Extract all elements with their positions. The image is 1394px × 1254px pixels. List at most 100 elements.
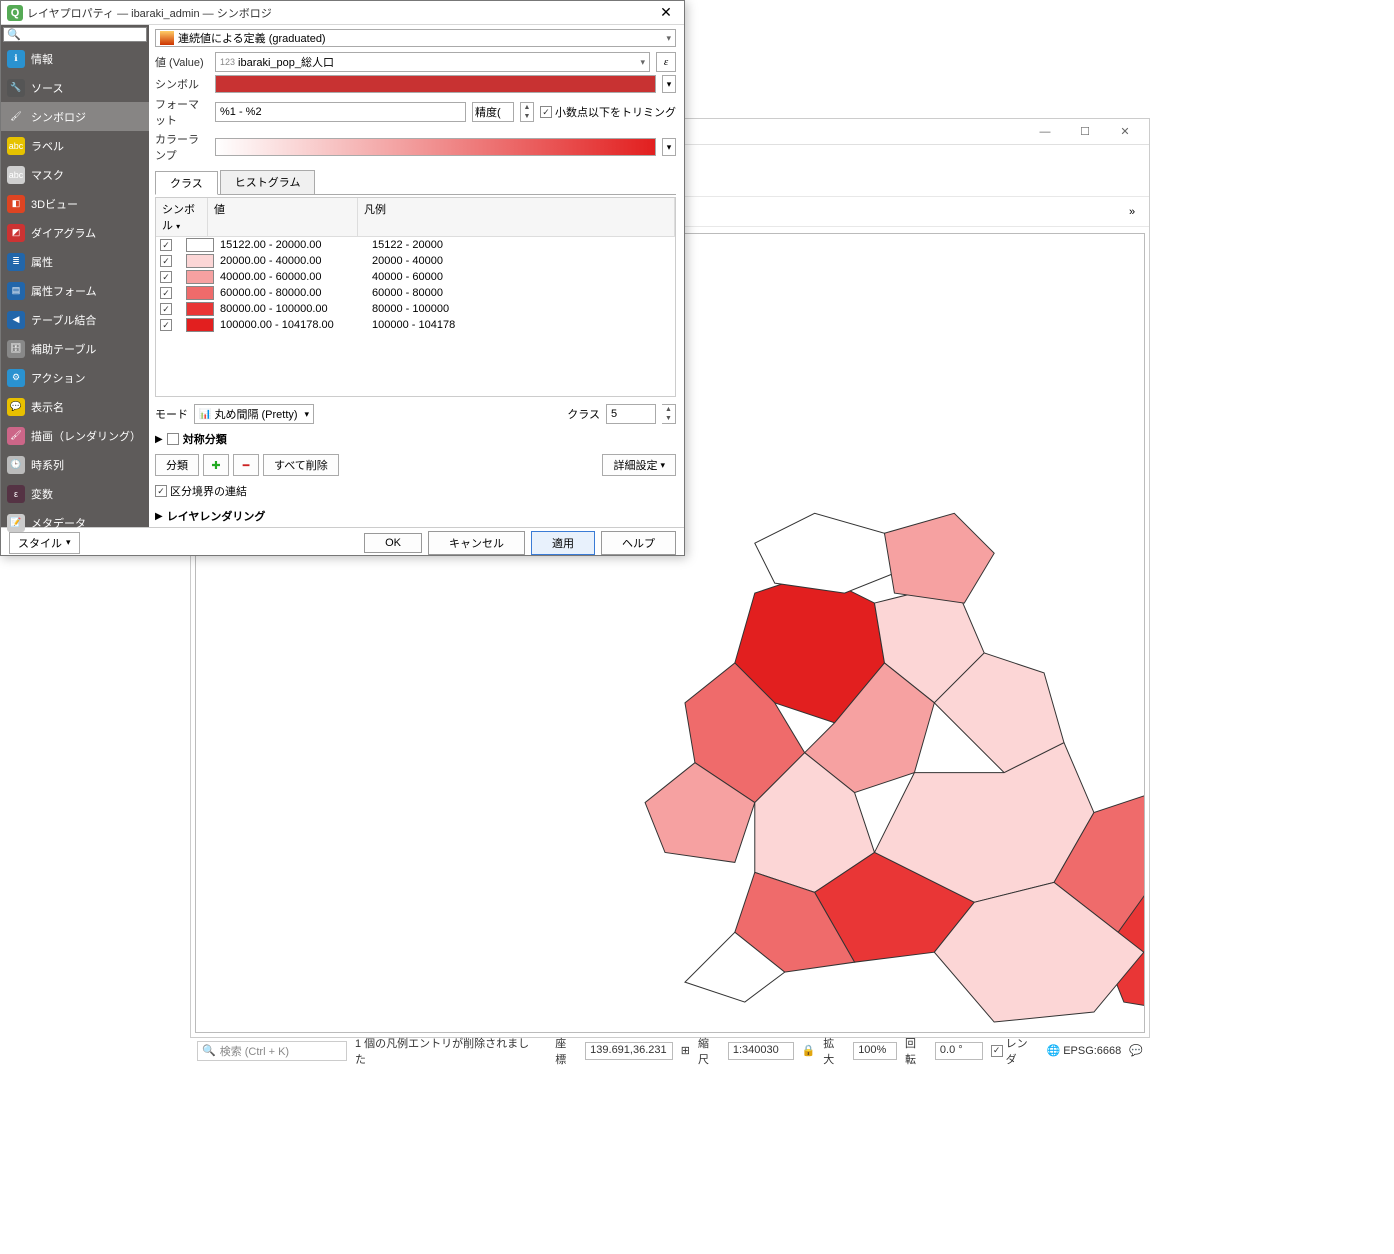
class-value[interactable]: 20000.00 - 40000.00 (220, 255, 372, 267)
class-row[interactable]: ✓ 40000.00 - 60000.00 40000 - 60000 (156, 269, 675, 285)
messages-icon[interactable]: 💬 (1129, 1044, 1143, 1057)
class-legend[interactable]: 100000 - 104178 (372, 319, 671, 331)
rot-input[interactable]: 0.0 ° (935, 1042, 983, 1060)
class-value[interactable]: 80000.00 - 100000.00 (220, 303, 372, 315)
window-minimize-button[interactable]: — (1025, 121, 1065, 143)
class-count-spinner[interactable]: ▲ ▼ (662, 404, 676, 424)
sidebar-item-11[interactable]: ⚙アクション (1, 363, 149, 392)
style-menu-button[interactable]: スタイル▾ (9, 532, 80, 554)
sidebar-item-8[interactable]: ▤属性フォーム (1, 276, 149, 305)
checkbox-icon[interactable]: ✓ (160, 303, 172, 315)
trim-checkbox[interactable]: ✓ 小数点以下をトリミング (540, 104, 676, 120)
spin-up-icon[interactable]: ▲ (521, 103, 533, 112)
add-class-button[interactable]: ✚ (203, 454, 229, 476)
locator-search[interactable]: 🔍 検索 (Ctrl + K) (197, 1041, 347, 1061)
sidebar-item-15[interactable]: ε変数 (1, 479, 149, 508)
tab-histogram[interactable]: ヒストグラム (220, 170, 316, 194)
class-swatch[interactable] (186, 286, 214, 300)
class-legend[interactable]: 20000 - 40000 (372, 255, 671, 267)
ramp-menu-button[interactable]: ▾ (662, 138, 676, 156)
mode-combo[interactable]: 📊 丸め間隔 (Pretty) ▾ (194, 404, 314, 424)
precision-spinner[interactable]: ▲ ▼ (520, 102, 534, 122)
sidebar-item-4[interactable]: abcマスク (1, 160, 149, 189)
render-toggle[interactable]: ✓レンダ (991, 1035, 1039, 1067)
layer-rendering-section[interactable]: ▶ レイヤレンダリング (155, 508, 676, 524)
sidebar-item-0[interactable]: ℹ情報 (1, 44, 149, 73)
link-boundaries-checkbox[interactable]: ✓ 区分境界の連結 (155, 483, 676, 499)
sidebar-item-12[interactable]: 💬表示名 (1, 392, 149, 421)
class-value[interactable]: 40000.00 - 60000.00 (220, 271, 372, 283)
class-swatch[interactable] (186, 238, 214, 252)
col-value[interactable]: 値 (208, 198, 358, 236)
renderer-type-combo[interactable]: 連続値による定義 (graduated) ▾ (155, 29, 676, 47)
class-legend[interactable]: 80000 - 100000 (372, 303, 671, 315)
scale-input[interactable]: 1:340030 (728, 1042, 794, 1060)
rot-label: 回転 (905, 1035, 927, 1067)
sidebar-item-3[interactable]: abcラベル (1, 131, 149, 160)
dialog-titlebar[interactable]: Q レイヤプロパティ — ibaraki_admin — シンボロジ ✕ (1, 1, 684, 25)
class-row[interactable]: ✓ 60000.00 - 80000.00 60000 - 80000 (156, 285, 675, 301)
class-swatch[interactable] (186, 302, 214, 316)
crs-button[interactable]: 🌐EPSG:6668 (1046, 1044, 1121, 1057)
sidebar-search[interactable]: 🔍 (3, 27, 147, 42)
lock-icon[interactable]: 🔒 (802, 1044, 816, 1057)
class-legend[interactable]: 60000 - 80000 (372, 287, 671, 299)
checkbox-icon[interactable]: ✓ (160, 239, 172, 251)
class-value[interactable]: 60000.00 - 80000.00 (220, 287, 372, 299)
checkbox-icon[interactable]: ✓ (160, 319, 172, 331)
class-swatch[interactable] (186, 318, 214, 332)
sidebar-item-14[interactable]: 🕒時系列 (1, 450, 149, 479)
window-close-button[interactable]: ✕ (1105, 121, 1145, 143)
remove-class-button[interactable]: ━ (233, 454, 259, 476)
help-button[interactable]: ヘルプ (601, 531, 676, 555)
class-row[interactable]: ✓ 15122.00 - 20000.00 15122 - 20000 (156, 237, 675, 253)
col-symbol[interactable]: シンボル ▾ (156, 198, 208, 236)
sidebar-item-10[interactable]: 🗄補助テーブル (1, 334, 149, 363)
col-legend[interactable]: 凡例 (358, 198, 675, 236)
apply-button[interactable]: 適用 (531, 531, 595, 555)
spin-down-icon[interactable]: ▼ (521, 112, 533, 121)
advanced-button[interactable]: 詳細設定 ▾ (602, 454, 676, 476)
class-row[interactable]: ✓ 100000.00 - 104178.00 100000 - 104178 (156, 317, 675, 333)
checkbox-icon[interactable]: ✓ (160, 255, 172, 267)
expression-button[interactable]: ε (656, 52, 676, 72)
format-input[interactable] (215, 102, 466, 122)
symmetric-section[interactable]: ▶ 対称分類 (155, 431, 676, 447)
checkbox-icon[interactable]: ✓ (160, 287, 172, 299)
class-value[interactable]: 100000.00 - 104178.00 (220, 319, 372, 331)
sidebar-item-6[interactable]: ◩ダイアグラム (1, 218, 149, 247)
sidebar-icon: 🖌 (7, 108, 25, 126)
tab-classes[interactable]: クラス (155, 171, 218, 195)
window-maximize-button[interactable]: ☐ (1065, 121, 1105, 143)
mag-input[interactable]: 100% (853, 1042, 897, 1060)
symbol-preview[interactable] (215, 75, 656, 93)
class-swatch[interactable] (186, 270, 214, 284)
cancel-button[interactable]: キャンセル (428, 531, 525, 555)
symbol-menu-button[interactable]: ▾ (662, 75, 676, 93)
checkbox-icon[interactable]: ✓ (160, 271, 172, 283)
sidebar-item-9[interactable]: ◀テーブル結合 (1, 305, 149, 334)
value-field-combo[interactable]: 123 ibaraki_pop_総人口 ▾ (215, 52, 650, 72)
sidebar-item-13[interactable]: 🖌描画（レンダリング） (1, 421, 149, 450)
class-legend[interactable]: 15122 - 20000 (372, 239, 671, 251)
sidebar-item-7[interactable]: ≣属性 (1, 247, 149, 276)
color-ramp-button[interactable] (215, 138, 656, 156)
classify-button[interactable]: 分類 (155, 454, 199, 476)
class-row[interactable]: ✓ 20000.00 - 40000.00 20000 - 40000 (156, 253, 675, 269)
sidebar-item-2[interactable]: 🖌シンボロジ (1, 102, 149, 131)
sidebar-item-1[interactable]: 🔧ソース (1, 73, 149, 102)
coord-input[interactable]: 139.691,36.231 (585, 1042, 673, 1060)
class-count-input[interactable]: 5 (606, 404, 656, 424)
extent-icon[interactable]: ⊞ (681, 1044, 690, 1057)
spin-down-icon[interactable]: ▼ (662, 414, 675, 423)
spin-up-icon[interactable]: ▲ (662, 405, 675, 414)
class-legend[interactable]: 40000 - 60000 (372, 271, 671, 283)
delete-all-button[interactable]: すべて削除 (263, 454, 339, 476)
sidebar-item-5[interactable]: ◧3Dビュー (1, 189, 149, 218)
class-swatch[interactable] (186, 254, 214, 268)
toolbar-overflow-icon[interactable]: » (1121, 201, 1143, 223)
dialog-close-button[interactable]: ✕ (654, 4, 678, 21)
class-value[interactable]: 15122.00 - 20000.00 (220, 239, 372, 251)
class-row[interactable]: ✓ 80000.00 - 100000.00 80000 - 100000 (156, 301, 675, 317)
ok-button[interactable]: OK (364, 533, 422, 553)
